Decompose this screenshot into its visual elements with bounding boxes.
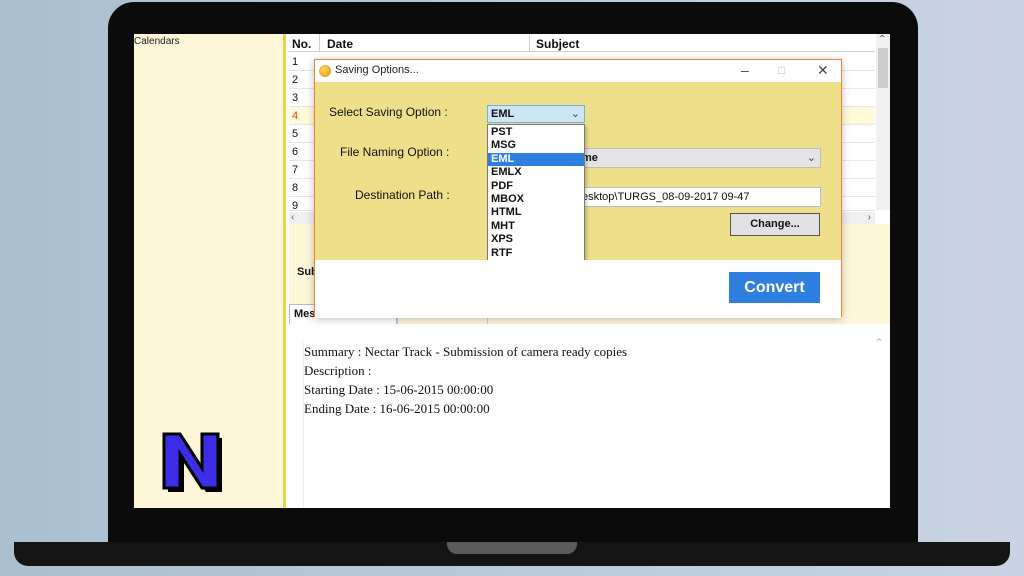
laptop-notch — [447, 542, 577, 554]
saving-options-dialog: Saving Options... – □ ✕ Select Saving Op… — [314, 59, 842, 318]
row-number: 4 — [292, 110, 299, 122]
dropdown-option-xps[interactable]: XPS — [488, 233, 584, 247]
brand-n-logo — [162, 432, 222, 492]
row-number: 7 — [292, 164, 299, 176]
detail-scroll-up-icon[interactable]: ⌃ — [874, 336, 884, 350]
saving-option-select[interactable]: EML ⌄ — [487, 105, 585, 123]
destination-path-value: esktop\TURGS_08-09-2017 09-47 — [582, 191, 750, 203]
message-detail: Summary : Nectar Track - Submission of c… — [289, 326, 890, 508]
table-header: No. Date Subject — [289, 34, 875, 52]
minimize-icon[interactable]: – — [741, 62, 749, 78]
row-number: 9 — [292, 200, 299, 211]
starting-date-text: Starting Date : 15-06-2015 00:00:00 — [304, 382, 494, 397]
table-vertical-scrollbar[interactable]: ⌃ — [876, 34, 890, 210]
chevron-down-icon: ⌄ — [806, 152, 816, 164]
chevron-down-icon: ⌄ — [570, 108, 580, 120]
dropdown-option-emlx[interactable]: EMLX — [488, 166, 584, 180]
dialog-title: Saving Options... — [335, 64, 419, 76]
dropdown-option-mbox[interactable]: MBOX — [488, 193, 584, 207]
header-no[interactable]: No. — [292, 37, 311, 51]
scroll-up-icon[interactable]: ⌃ — [878, 34, 886, 45]
saving-option-value: EML — [491, 108, 515, 120]
row-number: 2 — [292, 74, 299, 86]
row-number: 8 — [292, 182, 299, 194]
row-number: 1 — [292, 56, 299, 68]
select-saving-label: Select Saving Option : — [329, 105, 448, 119]
dialog-body: Select Saving Option : File Naming Optio… — [315, 82, 841, 273]
summary-text: Summary : Nectar Track - Submission of c… — [304, 344, 628, 359]
dropdown-option-pst[interactable]: PST — [488, 126, 584, 140]
dropdown-option-pdf[interactable]: PDF — [488, 180, 584, 194]
dialog-footer: Convert — [315, 260, 841, 318]
calendars-folder[interactable]: Calendars — [134, 36, 180, 47]
close-icon[interactable]: ✕ — [817, 62, 829, 79]
header-subject[interactable]: Subject — [536, 37, 579, 51]
dropdown-option-msg[interactable]: MSG — [488, 139, 584, 153]
destination-label: Destination Path : — [355, 188, 450, 202]
dialog-titlebar[interactable]: Saving Options... – □ ✕ — [315, 60, 841, 82]
dropdown-option-mht[interactable]: MHT — [488, 220, 584, 234]
row-number: 3 — [292, 92, 299, 104]
folder-pane: Calendars — [134, 34, 286, 508]
saving-option-dropdown: PSTMSGEMLEMLXPDFMBOXHTMLMHTXPSRTFDOC — [487, 124, 585, 273]
convert-button[interactable]: Convert — [729, 272, 820, 303]
scroll-thumb[interactable] — [878, 48, 888, 88]
dropdown-option-rtf[interactable]: RTF — [488, 247, 584, 261]
detail-content: Summary : Nectar Track - Submission of c… — [303, 342, 859, 508]
row-number: 6 — [292, 146, 299, 158]
app-screen: Calendars No. Date Subject 1 2 3 4 5 6 7… — [134, 34, 890, 508]
dropdown-option-html[interactable]: HTML — [488, 206, 584, 220]
scroll-right-icon[interactable]: › — [868, 212, 871, 223]
header-date[interactable]: Date — [327, 37, 353, 51]
file-naming-label: File Naming Option : — [340, 145, 450, 159]
row-number: 5 — [292, 128, 299, 140]
change-button[interactable]: Change... — [730, 213, 820, 236]
scroll-left-icon[interactable]: ‹ — [291, 212, 294, 223]
description-text: Description : — [304, 363, 372, 378]
dropdown-option-eml[interactable]: EML — [488, 152, 584, 167]
ending-date-text: Ending Date : 16-06-2015 00:00:00 — [304, 401, 490, 416]
app-icon — [319, 65, 331, 77]
maximize-icon[interactable]: □ — [778, 63, 785, 77]
